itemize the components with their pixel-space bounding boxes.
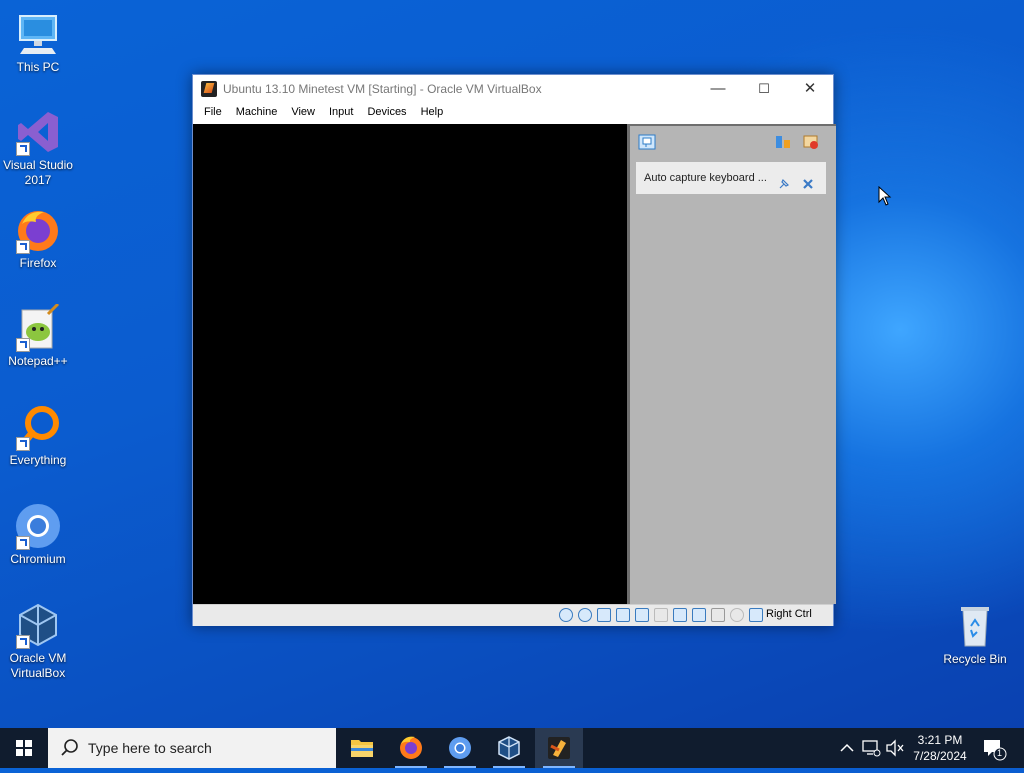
firefox-icon [400, 736, 422, 759]
virtualbox-vm-window[interactable]: Ubuntu 13.10 Minetest VM [Starting] - Or… [192, 74, 836, 626]
vm-display[interactable]: Auto capture keyboard ... [193, 124, 836, 604]
window-titlebar[interactable]: Ubuntu 13.10 Minetest VM [Starting] - Or… [193, 75, 833, 103]
chevron-up-icon [840, 743, 854, 752]
hard-disk-icon[interactable] [559, 608, 573, 622]
desktop-icon-visual-studio[interactable]: Visual Studio 2017 [0, 108, 76, 188]
firefox-icon [14, 206, 62, 254]
desktop-icon-label: 2017 [24, 173, 52, 187]
visual-studio-icon [14, 108, 62, 156]
desktop-icon-virtualbox[interactable]: Oracle VM VirtualBox [0, 601, 76, 681]
host-key-label: Right Ctrl [766, 608, 812, 620]
virtualbox-vm-icon [548, 737, 570, 759]
notification-center-icon[interactable] [638, 134, 656, 150]
menu-devices[interactable]: Devices [360, 103, 413, 123]
desktop-icon-label: Visual Studio [3, 158, 73, 172]
video-capture-icon[interactable] [692, 608, 706, 622]
vm-status-bar: Right Ctrl [193, 604, 833, 626]
windows-logo-icon [16, 740, 32, 756]
notepad-plus-plus-icon [14, 302, 62, 352]
taskbar-file-explorer[interactable] [338, 728, 386, 768]
audio-icon[interactable] [597, 608, 611, 622]
menu-file[interactable]: File [197, 103, 229, 123]
folder-icon [351, 740, 373, 757]
chromium-icon [449, 737, 471, 759]
notification-text: Auto capture keyboard ... [644, 172, 767, 184]
mouse-pointer-icon [878, 185, 892, 211]
menu-input[interactable]: Input [322, 103, 360, 123]
shortcut-arrow-icon [16, 536, 30, 550]
shortcut-arrow-icon [16, 240, 30, 254]
desktop-icon-label: Recycle Bin [943, 652, 1007, 666]
notification-icon [984, 740, 1007, 761]
desktop-icon-label: Everything [9, 453, 67, 467]
recycle-bin-icon [951, 602, 999, 650]
desktop-icon-label: Chromium [10, 552, 66, 566]
search-icon [61, 739, 78, 756]
optical-drive-icon[interactable] [578, 608, 592, 622]
virtualbox-icon [498, 736, 520, 760]
start-button[interactable] [0, 728, 48, 768]
pin-icon[interactable] [778, 171, 790, 203]
shared-folders-icon[interactable] [654, 608, 668, 622]
display-icon[interactable] [673, 608, 687, 622]
speaker-muted-icon [886, 739, 904, 757]
desktop-icon-label: VirtualBox [10, 666, 66, 680]
clock-time: 3:21 PM [917, 733, 963, 747]
keyboard-capture-icon[interactable] [749, 608, 763, 622]
everything-search-icon [14, 403, 62, 451]
desktop-icon-everything[interactable]: Everything [0, 403, 76, 468]
window-title: Ubuntu 13.10 Minetest VM [Starting] - Or… [223, 82, 542, 96]
show-hidden-icons-button[interactable] [838, 728, 856, 768]
shortcut-arrow-icon [16, 338, 30, 352]
desktop-icon-label: Firefox [19, 256, 57, 270]
virtualbox-vm-icon [201, 81, 217, 97]
menu-machine[interactable]: Machine [229, 103, 285, 123]
taskbar: Type here to search 3:21 PM 7/28/2024 1 [0, 728, 1024, 768]
taskbar-virtualbox[interactable] [485, 728, 533, 768]
menu-bar: File Machine View Input Devices Help [193, 103, 833, 123]
desktop-icon-recycle-bin[interactable]: Recycle Bin [937, 602, 1013, 667]
taskbar-firefox[interactable] [387, 728, 435, 768]
sort-notifications-icon[interactable] [774, 134, 792, 150]
virtualbox-icon [14, 601, 62, 649]
taskbar-vm-window[interactable] [535, 728, 583, 768]
shortcut-arrow-icon [16, 635, 30, 649]
notification-count-badge: 1 [997, 748, 1003, 758]
volume-tray-button[interactable] [884, 728, 906, 768]
usb-icon[interactable] [635, 608, 649, 622]
network-status-icon [862, 740, 881, 757]
mouse-integration-icon[interactable] [730, 608, 744, 622]
network-icon[interactable] [616, 608, 630, 622]
menu-view[interactable]: View [284, 103, 322, 123]
shortcut-arrow-icon [16, 142, 30, 156]
desktop-icon-label: Oracle VM [9, 651, 67, 665]
network-tray-button[interactable] [860, 728, 882, 768]
notification-center-panel: Auto capture keyboard ... [627, 124, 836, 604]
close-button[interactable]: ✕ [787, 75, 833, 103]
cpu-execution-icon[interactable] [711, 608, 725, 622]
desktop-icon-chromium[interactable]: Chromium [0, 502, 76, 567]
taskbar-chromium[interactable] [436, 728, 484, 768]
clear-notifications-icon[interactable] [802, 134, 820, 150]
chromium-icon [14, 502, 62, 550]
desktop-icon-label: Notepad++ [8, 354, 68, 368]
notification-item: Auto capture keyboard ... [636, 162, 826, 194]
search-placeholder: Type here to search [88, 740, 212, 756]
monitor-icon [14, 10, 62, 58]
desktop-icon-notepad-plus-plus[interactable]: Notepad++ [0, 302, 76, 369]
taskbar-clock[interactable]: 3:21 PM 7/28/2024 [905, 732, 975, 764]
shortcut-arrow-icon [16, 437, 30, 451]
desktop-icon-this-pc[interactable]: This PC [0, 10, 76, 75]
desktop-icon-firefox[interactable]: Firefox [0, 206, 76, 271]
minimize-button[interactable]: — [695, 75, 741, 103]
taskbar-search-box[interactable]: Type here to search [48, 728, 336, 768]
dismiss-icon[interactable] [802, 171, 814, 203]
desktop-icon-label: This PC [16, 60, 60, 74]
action-center-button[interactable]: 1 [980, 728, 1008, 768]
menu-help[interactable]: Help [414, 103, 451, 123]
maximize-button[interactable]: ☐ [741, 75, 787, 103]
clock-date: 7/28/2024 [913, 749, 967, 763]
